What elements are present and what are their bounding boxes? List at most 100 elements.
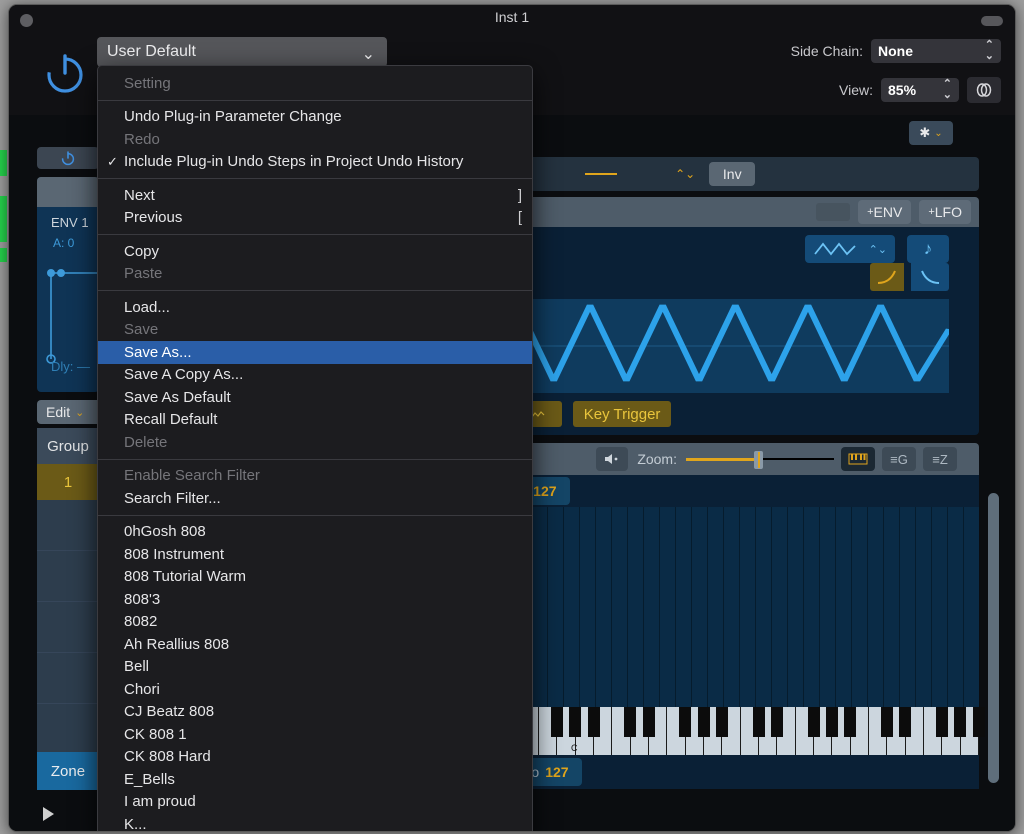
menu-item[interactable]: K... (98, 813, 532, 831)
menu-item[interactable]: Save A Copy As... (98, 364, 532, 387)
menu-item[interactable]: Bell (98, 656, 532, 679)
menu-item[interactable]: I am proud (98, 791, 532, 814)
black-key[interactable] (550, 707, 563, 737)
resize-pill-icon[interactable] (981, 16, 1003, 26)
group-row-empty[interactable] (37, 500, 99, 551)
black-key[interactable] (587, 707, 600, 737)
black-key[interactable] (972, 707, 985, 737)
group-row-empty[interactable] (37, 704, 99, 755)
menu-item[interactable]: Chori (98, 678, 532, 701)
grid-line (899, 507, 900, 707)
menu-item[interactable]: CK 808 Hard (98, 746, 532, 769)
grid-line (787, 507, 788, 707)
menu-item[interactable]: E_Bells (98, 768, 532, 791)
play-triangle-icon[interactable] (43, 807, 54, 821)
preset-selector-button[interactable]: User Default ⌄ (97, 37, 387, 67)
menu-item-label: Save As Default (124, 388, 231, 406)
window-title: Inst 1 (494, 9, 530, 25)
black-key[interactable] (935, 707, 948, 737)
group-row-empty[interactable] (37, 653, 99, 704)
stepper-icon[interactable]: ⌃⌄ (675, 167, 695, 181)
menu-item[interactable]: Next] (98, 184, 532, 207)
group-row-empty[interactable] (37, 602, 99, 653)
group-list-icon[interactable]: ≡G (882, 447, 916, 471)
black-key[interactable] (679, 707, 692, 737)
menu-item[interactable]: Save As Default (98, 386, 532, 409)
menu-item[interactable]: CK 808 1 (98, 723, 532, 746)
menu-item[interactable]: Load... (98, 296, 532, 319)
menu-item-label: Save As... (124, 343, 192, 361)
view-label: View: (839, 82, 873, 98)
menu-item[interactable]: CJ Beatz 808 (98, 701, 532, 724)
link-icon[interactable] (967, 77, 1001, 103)
black-key[interactable] (697, 707, 710, 737)
group-label: Group (47, 437, 89, 455)
black-key[interactable] (770, 707, 783, 737)
side-chain-select[interactable]: None ⌃ ⌄ (871, 39, 1001, 63)
lfo-waveform-select[interactable]: ⌃⌄ (805, 235, 895, 263)
power-icon[interactable] (41, 49, 89, 97)
invert-label: Inv (722, 166, 742, 182)
black-key[interactable] (642, 707, 655, 737)
menu-item-label: Save A Copy As... (124, 366, 244, 384)
zone-list-icon[interactable]: ≡Z (923, 447, 957, 471)
plugin-window: Inst 1 User Default ⌄ Side Chain: None ⌃… (8, 4, 1016, 832)
menu-item[interactable]: Recall Default (98, 409, 532, 432)
vertical-scrollbar[interactable] (988, 493, 999, 783)
zone-tab-button[interactable]: Zone (37, 752, 99, 790)
group-row-1[interactable]: 1 (37, 464, 99, 500)
black-key[interactable] (954, 707, 967, 737)
side-chain-label: Side Chain: (790, 43, 863, 59)
black-key[interactable] (624, 707, 637, 737)
note-icon[interactable]: ♪ (907, 235, 949, 263)
lfo-key-trigger-button[interactable]: Key Trigger (572, 401, 672, 427)
black-key[interactable] (825, 707, 838, 737)
fade-out-curve-icon[interactable] (911, 263, 949, 291)
speaker-icon[interactable] (596, 447, 629, 471)
menu-item[interactable]: 808 Tutorial Warm (98, 566, 532, 589)
side-chain-row: Side Chain: None ⌃ ⌄ (791, 39, 1001, 63)
black-key[interactable] (715, 707, 728, 737)
menu-item[interactable]: 0hGosh 808 (98, 521, 532, 544)
menu-item[interactable]: 808'3 (98, 588, 532, 611)
invert-button[interactable]: Inv (709, 162, 756, 186)
menu-item[interactable]: Save As... (98, 341, 532, 364)
menu-item-label: Redo (124, 130, 160, 148)
menu-item[interactable]: ✓ Include Plug-in Undo Steps in Project U… (98, 151, 532, 174)
menu-item-label: Include Plug-in Undo Steps in Project Un… (124, 153, 464, 171)
left-power-button[interactable] (37, 147, 99, 169)
chevron-down-icon: ⌄ (75, 406, 85, 419)
black-key[interactable] (880, 707, 893, 737)
mapping-zoom-slider[interactable] (686, 451, 834, 469)
gear-icon[interactable]: ✱ ⌄ (909, 121, 953, 145)
black-key[interactable] (752, 707, 765, 737)
menu-item-label: 0hGosh 808 (124, 523, 206, 541)
menu-item-label: 8082 (124, 613, 158, 631)
fade-in-curve-icon[interactable] (870, 263, 904, 291)
black-key[interactable] (569, 707, 582, 737)
black-key[interactable] (899, 707, 912, 737)
menu-item[interactable]: Previous [ (98, 207, 532, 230)
preset-dropdown-menu[interactable]: Setting Undo Plug-in Parameter Change Redo… (97, 65, 533, 831)
menu-item[interactable]: Search Filter... (98, 487, 532, 510)
group-row-empty[interactable] (37, 551, 99, 602)
grid-line (691, 507, 692, 707)
grid-line (675, 507, 676, 707)
add-lfo-button[interactable]: + LFO (919, 200, 971, 224)
menu-item[interactable]: Undo Plug-in Parameter Change (98, 106, 532, 129)
zoom-thumb[interactable] (754, 451, 763, 469)
modulator-minimize-icon[interactable] (816, 203, 851, 221)
stepper-icon: ⌃⌄ (942, 78, 952, 101)
menu-item-label: CK 808 Hard (124, 748, 211, 766)
group-empty-rows[interactable] (37, 500, 99, 755)
black-key[interactable] (807, 707, 820, 737)
view-zoom-select[interactable]: 85% ⌃ ⌄ (881, 78, 959, 102)
menu-item[interactable]: Copy (98, 240, 532, 263)
env-module[interactable]: ENV 1 A: 0 Dly: — (37, 177, 99, 392)
add-env-button[interactable]: + ENV (858, 200, 912, 224)
menu-item[interactable]: 808 Instrument (98, 543, 532, 566)
menu-item[interactable]: 8082 (98, 611, 532, 634)
keyboard-icon[interactable] (841, 447, 875, 471)
black-key[interactable] (844, 707, 857, 737)
menu-item[interactable]: Ah Reallius 808 (98, 633, 532, 656)
